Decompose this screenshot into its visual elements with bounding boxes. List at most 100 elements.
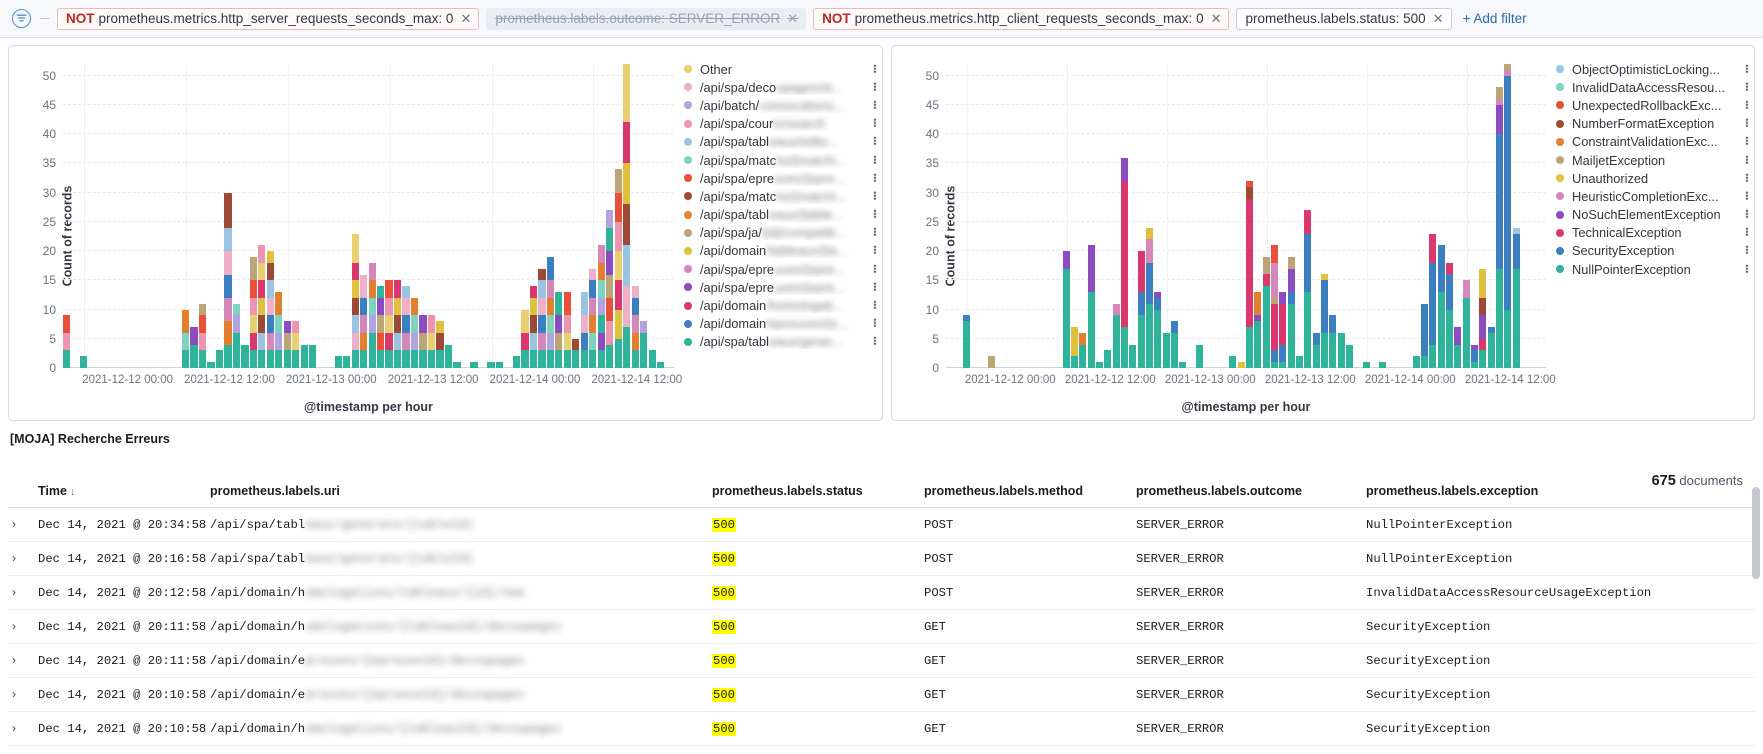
histogram-bar-right[interactable] xyxy=(1362,362,1370,368)
histogram-bar-right[interactable] xyxy=(1471,344,1479,368)
table-row[interactable]: › Dec 14, 2021 @ 20:34:58.784/api/spa/tab… xyxy=(8,507,1755,542)
histogram-bar-left[interactable] xyxy=(207,362,215,368)
histogram-bar-right[interactable] xyxy=(1287,256,1295,368)
histogram-bar-right[interactable] xyxy=(1237,362,1245,368)
histogram-bar-left[interactable] xyxy=(181,309,190,368)
histogram-bar-left[interactable] xyxy=(623,64,631,368)
histogram-bar-left[interactable] xyxy=(266,251,274,368)
histogram-bar-left[interactable] xyxy=(631,286,639,368)
histogram-bar-right[interactable] xyxy=(1446,262,1454,368)
histogram-bar-right[interactable] xyxy=(1229,356,1237,368)
histogram-bar-left[interactable] xyxy=(419,315,427,368)
histogram-bar-right[interactable] xyxy=(1087,245,1095,368)
scrollbar-thumb[interactable] xyxy=(1752,487,1760,579)
legend-item-right-1[interactable]: InvalidDataAccessResou... • • • xyxy=(1552,78,1752,96)
histogram-bar-right[interactable] xyxy=(1196,344,1204,368)
legend-item-right-8[interactable]: NoSuchElementException • • • xyxy=(1552,206,1752,224)
legend-item-right-5[interactable]: MailjetException • • • xyxy=(1552,151,1752,169)
histogram-bar-left[interactable] xyxy=(640,321,648,368)
expand-row-button[interactable]: › xyxy=(8,507,34,542)
chevron-right-icon[interactable]: › xyxy=(12,687,16,701)
histogram-bar-left[interactable] xyxy=(275,292,283,368)
legend-actions-icon[interactable]: • • • xyxy=(870,207,880,222)
legend-actions-icon[interactable]: • • • xyxy=(870,116,880,131)
histogram-bar-left[interactable] xyxy=(292,321,300,368)
histogram-bar-right[interactable] xyxy=(1062,251,1070,368)
histogram-bar-left[interactable] xyxy=(300,344,308,368)
histogram-bar-left[interactable] xyxy=(546,256,554,368)
table-row[interactable]: › Dec 14, 2021 @ 20:11:58.784/api/domain/… xyxy=(8,609,1755,644)
histogram-bar-left[interactable] xyxy=(283,321,291,368)
legend-actions-icon[interactable]: • • • xyxy=(1742,97,1752,112)
histogram-bar-right[interactable] xyxy=(1462,280,1470,368)
histogram-bar-right[interactable] xyxy=(1121,157,1129,368)
legend-actions-icon[interactable]: • • • xyxy=(1742,134,1752,149)
histogram-bar-left[interactable] xyxy=(215,350,224,368)
table-row[interactable]: › Dec 14, 2021 @ 20:10:58.784/api/domain/… xyxy=(8,711,1755,746)
histogram-bar-left[interactable] xyxy=(495,362,504,368)
histogram-bar-right[interactable] xyxy=(1079,332,1087,368)
histogram-bar-right[interactable] xyxy=(1129,344,1137,368)
histogram-bar-right[interactable] xyxy=(1104,350,1112,368)
legend-item-right-3[interactable]: NumberFormatException • • • xyxy=(1552,115,1752,133)
legend-item-right-9[interactable]: TechnicalException • • • xyxy=(1552,224,1752,242)
histogram-bar-left[interactable] xyxy=(249,256,257,368)
histogram-bar-left[interactable] xyxy=(343,356,351,368)
table-scrollbar[interactable] xyxy=(1752,487,1760,747)
histogram-bar-left[interactable] xyxy=(657,362,665,368)
filter-remove-icon[interactable]: ✕ xyxy=(1433,12,1444,25)
histogram-bar-right[interactable] xyxy=(962,315,970,368)
histogram-bar-right[interactable] xyxy=(1154,292,1162,368)
legend-item-left-5[interactable]: /api/spa/matchs/{matchI... • • • xyxy=(680,151,880,169)
legend-item-right-4[interactable]: ConstraintValidationExc... • • • xyxy=(1552,133,1752,151)
histogram-bar-left[interactable] xyxy=(470,362,478,368)
chevron-right-icon[interactable]: › xyxy=(12,585,16,599)
legend-actions-icon[interactable]: • • • xyxy=(870,152,880,167)
legend-item-right-11[interactable]: NullPointerException • • • xyxy=(1552,260,1752,278)
filter-circle-icon[interactable] xyxy=(11,9,31,28)
histogram-bar-right[interactable] xyxy=(1329,315,1337,368)
histogram-bar-left[interactable] xyxy=(190,327,198,368)
histogram-bar-left[interactable] xyxy=(351,233,359,368)
histogram-bar-left[interactable] xyxy=(529,286,538,368)
legend-actions-icon[interactable]: • • • xyxy=(1742,261,1752,276)
legend-item-left-2[interactable]: /api/batch/convocations... • • • xyxy=(680,96,880,114)
histogram-bar-right[interactable] xyxy=(1171,321,1179,368)
legend-actions-icon[interactable]: • • • xyxy=(870,243,880,258)
histogram-bar-left[interactable] xyxy=(232,303,241,368)
histogram-bar-right[interactable] xyxy=(1312,332,1320,368)
legend-actions-icon[interactable]: • • • xyxy=(870,79,880,94)
expand-row-button[interactable]: › xyxy=(8,677,34,712)
legend-actions-icon[interactable]: • • • xyxy=(1742,61,1752,76)
legend-item-left-12[interactable]: /api/spa/epreuves/{epre... • • • xyxy=(680,278,880,296)
histogram-bar-left[interactable] xyxy=(393,280,402,368)
legend-actions-icon[interactable]: • • • xyxy=(1742,243,1752,258)
chevron-right-icon[interactable]: › xyxy=(12,517,16,531)
chevron-right-icon[interactable]: › xyxy=(12,721,16,735)
column-header-status[interactable]: prometheus.labels.status xyxy=(708,480,920,508)
histogram-bar-right[interactable] xyxy=(1296,356,1304,368)
histogram-bar-right[interactable] xyxy=(1271,245,1279,368)
histogram-bar-left[interactable] xyxy=(589,268,597,368)
histogram-bar-left[interactable] xyxy=(563,292,571,368)
expand-row-button[interactable]: › xyxy=(8,541,34,576)
filter-pill-0[interactable]: NOT prometheus.metrics.http_server_reques… xyxy=(57,7,480,30)
histogram-bar-right[interactable] xyxy=(1512,227,1520,368)
filter-pill-2[interactable]: NOT prometheus.metrics.http_client_reques… xyxy=(813,7,1230,30)
expand-row-button[interactable]: › xyxy=(8,643,34,678)
histogram-bar-right[interactable] xyxy=(1337,332,1345,368)
histogram-bar-left[interactable] xyxy=(555,292,563,368)
histogram-bar-left[interactable] xyxy=(198,303,207,368)
legend-actions-icon[interactable]: • • • xyxy=(870,61,880,76)
histogram-bar-right[interactable] xyxy=(1304,210,1312,368)
column-header-method[interactable]: prometheus.labels.method xyxy=(920,480,1132,508)
histogram-bar-right[interactable] xyxy=(1496,87,1504,368)
legend-item-left-10[interactable]: /api/domain/tableaux/{ta... • • • xyxy=(680,242,880,260)
histogram-bar-left[interactable] xyxy=(360,274,368,368)
histogram-bar-left[interactable] xyxy=(368,262,376,368)
histogram-bar-right[interactable] xyxy=(1479,268,1487,368)
legend-item-left-4[interactable]: /api/spa/tableaux/edito... • • • xyxy=(680,133,880,151)
column-header-time[interactable]: Time ↓ xyxy=(34,480,206,508)
histogram-bar-left[interactable] xyxy=(427,315,436,368)
column-header-outcome[interactable]: prometheus.labels.outcome xyxy=(1132,480,1362,508)
